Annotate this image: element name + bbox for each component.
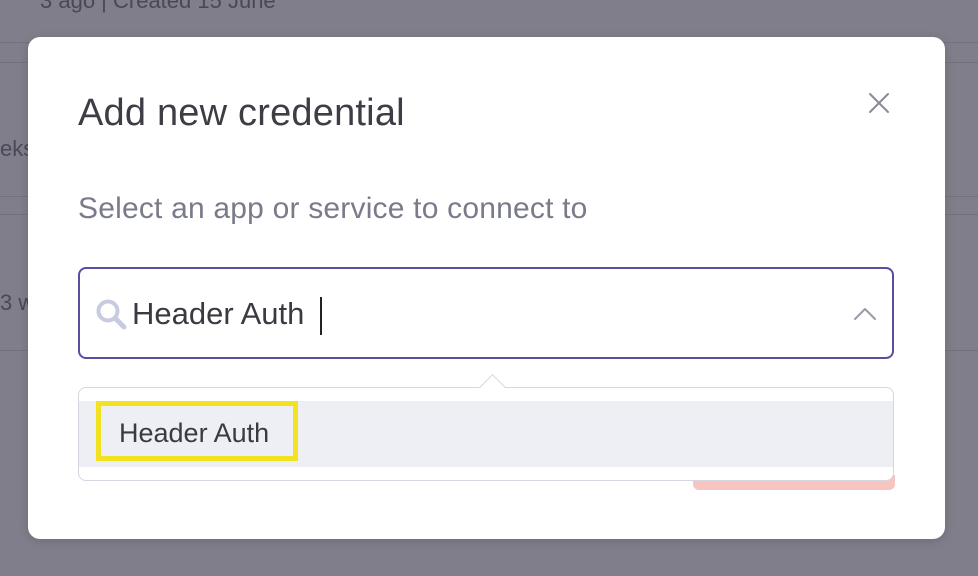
option-label: Header Auth bbox=[119, 418, 270, 448]
chevron-up-icon[interactable] bbox=[852, 301, 878, 327]
search-results-dropdown: Header Auth bbox=[78, 374, 894, 481]
text-caret bbox=[320, 297, 322, 335]
add-credential-modal: Add new credential Select an app or serv… bbox=[28, 37, 945, 539]
app-search-select[interactable] bbox=[78, 267, 894, 359]
app-search-input[interactable] bbox=[132, 293, 822, 335]
dropdown-pointer bbox=[479, 374, 506, 401]
modal-title: Add new credential bbox=[78, 92, 405, 134]
close-button[interactable] bbox=[863, 87, 895, 119]
modal-subtitle: Select an app or service to connect to bbox=[78, 192, 588, 225]
close-icon bbox=[869, 93, 889, 113]
search-icon bbox=[96, 299, 127, 330]
dropdown-option-header-auth[interactable]: Header Auth bbox=[79, 401, 893, 467]
